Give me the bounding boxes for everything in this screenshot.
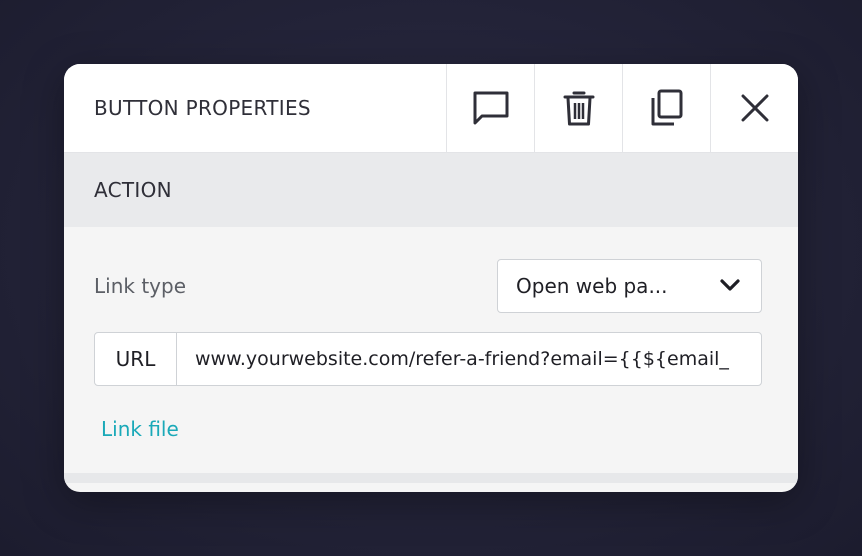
- url-field-group: URL: [94, 332, 762, 386]
- link-file-link[interactable]: Link file: [101, 417, 179, 441]
- comment-button[interactable]: [446, 64, 534, 152]
- duplicate-button[interactable]: [622, 64, 710, 152]
- section-title: ACTION: [94, 178, 172, 202]
- action-section-header[interactable]: ACTION: [64, 153, 798, 227]
- chevron-down-icon: [719, 277, 741, 296]
- panel-title: BUTTON PROPERTIES: [94, 96, 311, 120]
- link-type-selected-value: Open web pa...: [516, 274, 668, 298]
- action-section-body: Link type Open web pa... URL Link file: [64, 227, 798, 483]
- copy-icon: [649, 88, 685, 128]
- panel-header: BUTTON PROPERTIES: [64, 64, 798, 153]
- comment-icon: [471, 88, 511, 128]
- close-icon: [739, 92, 771, 124]
- link-type-row: Link type Open web pa...: [94, 258, 762, 314]
- link-type-label: Link type: [94, 274, 186, 298]
- url-prefix-label: URL: [95, 333, 177, 385]
- panel-bottom-strip: [64, 473, 798, 483]
- close-button[interactable]: [710, 64, 798, 152]
- url-input[interactable]: [177, 333, 761, 385]
- delete-button[interactable]: [534, 64, 622, 152]
- link-type-select[interactable]: Open web pa...: [497, 259, 762, 313]
- button-properties-panel: BUTTON PROPERTIES ACTION Link type Open …: [64, 64, 798, 492]
- trash-icon: [563, 88, 595, 128]
